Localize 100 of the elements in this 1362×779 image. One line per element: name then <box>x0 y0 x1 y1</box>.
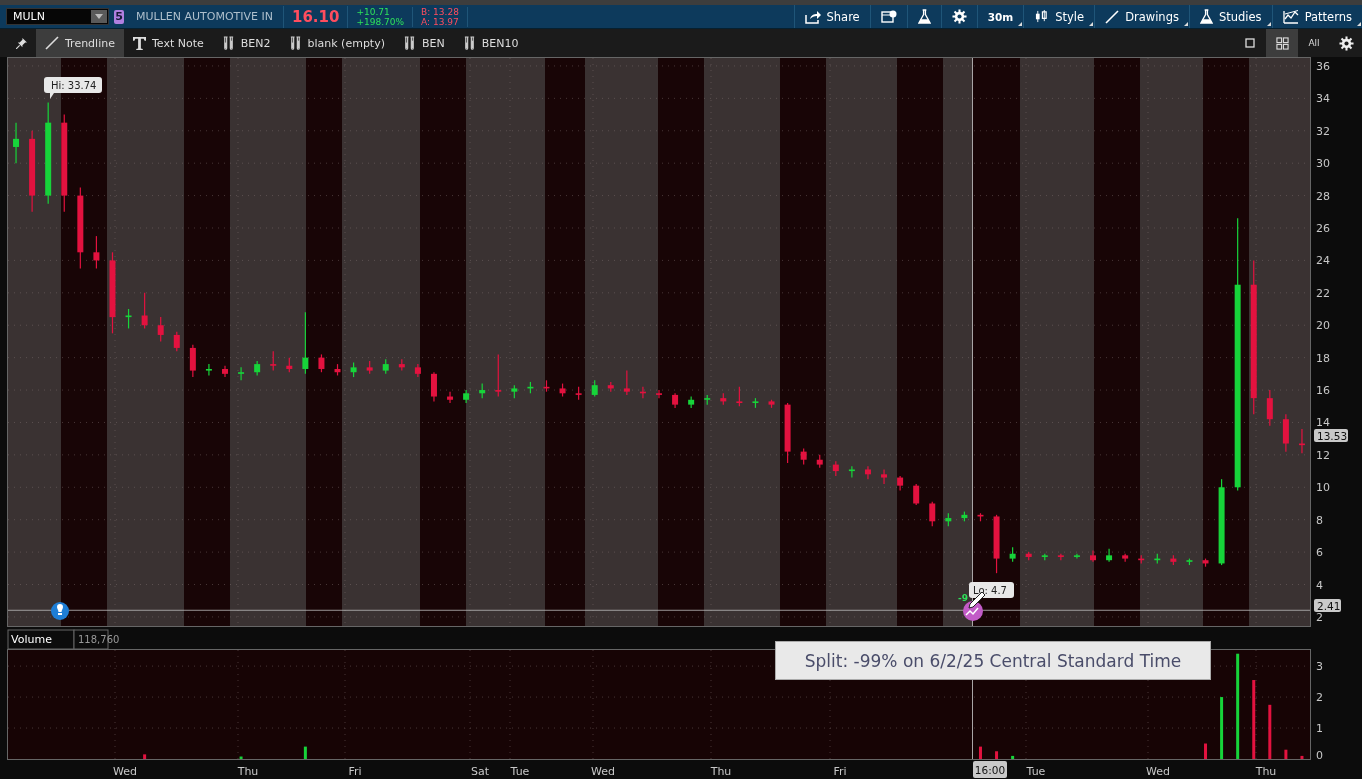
study-set-button[interactable]: blank (empty) <box>279 29 394 57</box>
timeframe-button[interactable]: 30m <box>976 5 1024 28</box>
bid-price: B: 13.28 <box>421 6 459 17</box>
volume-bar <box>1011 755 1015 759</box>
flask-icon <box>1199 9 1213 24</box>
caret-icon <box>95 14 103 19</box>
volume-bar <box>1284 749 1288 759</box>
candlestick <box>913 483 920 506</box>
axis-label: 14 <box>1316 416 1330 430</box>
patterns-button[interactable]: Patterns <box>1271 5 1362 28</box>
axis-label: 28 <box>1316 189 1330 203</box>
axis-label: Wed <box>113 765 137 778</box>
volume-value: 118,760 <box>73 629 120 650</box>
text-note-tool[interactable]: Text Note <box>123 29 213 57</box>
volume-bar <box>143 754 147 759</box>
candlestick <box>864 465 871 480</box>
line-icon <box>45 36 59 50</box>
text-icon <box>132 36 146 50</box>
test-tubes-icon <box>403 35 416 51</box>
candlestick <box>430 371 437 402</box>
split-percent-label: -9 <box>958 593 968 603</box>
settings-icon <box>951 9 967 24</box>
volume-bar <box>1204 743 1207 759</box>
axis-label: 30 <box>1316 157 1330 171</box>
candlestick <box>495 353 502 398</box>
axis-label: Fri <box>833 765 847 778</box>
flask-icon <box>917 9 931 24</box>
ask-price: A: 13.97 <box>421 16 459 27</box>
candlestick <box>157 316 164 343</box>
dropdown-button[interactable] <box>91 10 107 23</box>
axis-label: 26 <box>1316 222 1330 235</box>
style-button[interactable]: Style <box>1023 5 1095 28</box>
study-set-button[interactable]: BEN10 <box>453 29 528 57</box>
candlestick <box>173 331 180 352</box>
percent-change: +198.70% <box>356 16 405 27</box>
study-set-button[interactable]: BEN2 <box>212 29 280 57</box>
price-line-tag: 2.41 <box>1314 599 1341 612</box>
volume-bar <box>1220 697 1224 759</box>
symbol-field[interactable]: MULN <box>6 8 109 25</box>
axis-label: Tue <box>510 765 530 778</box>
share-button[interactable]: Share <box>793 5 870 28</box>
volume-bar <box>1300 755 1304 759</box>
share-icon <box>804 9 821 24</box>
candlestick <box>1073 553 1080 560</box>
axis-label: 32 <box>1316 124 1330 138</box>
axis-label: 3 <box>1316 660 1323 674</box>
trendline-tool[interactable]: Trendline <box>36 29 124 57</box>
net-change: +10.71 <box>356 6 391 17</box>
candlestick <box>270 350 277 372</box>
axis-label: Thu <box>237 765 259 778</box>
study-title: Volume <box>7 629 75 650</box>
candlestick <box>205 363 212 377</box>
single-layout-icon <box>1245 38 1255 48</box>
candlestick <box>1090 549 1096 563</box>
last-price: 16.10 <box>284 5 349 28</box>
axis-label: 18 <box>1316 351 1330 365</box>
axis-label: 34 <box>1316 92 1330 106</box>
drawings-button[interactable]: Drawings <box>1094 5 1189 28</box>
settings-icon <box>1338 35 1354 51</box>
candlestick <box>1266 389 1273 427</box>
axis-label: 24 <box>1316 254 1330 268</box>
candlestick <box>1057 553 1064 561</box>
pin-icon <box>16 37 27 49</box>
axis-label: 36 <box>1316 59 1330 73</box>
link-badge[interactable]: 5 <box>114 9 124 24</box>
volume-bar <box>979 746 982 759</box>
last-price-tag: 13.53 <box>1314 429 1348 442</box>
volume-bar <box>1268 704 1272 759</box>
studies-button[interactable]: Studies <box>1188 5 1272 28</box>
candlestick <box>881 468 888 485</box>
candlestick <box>302 311 309 375</box>
axis-label: 8 <box>1316 513 1323 527</box>
axis-label: 6 <box>1316 546 1323 560</box>
axis-label: 16 <box>1316 384 1330 398</box>
grid-layout-button[interactable] <box>1266 29 1298 57</box>
axis-label: Sat <box>471 765 489 778</box>
study-set-button[interactable]: BEN <box>394 29 454 57</box>
axis-label: Wed <box>1146 765 1170 778</box>
pattern-chart-icon <box>1282 9 1299 24</box>
candlestick <box>238 366 245 381</box>
axis-label: 2 <box>1316 610 1323 624</box>
axis-label: Thu <box>1255 765 1277 778</box>
company-name: MULLEN AUTOMOTIVE IN <box>136 5 284 28</box>
all-button[interactable]: All <box>1298 29 1330 57</box>
axis-label: Thu <box>710 765 732 778</box>
test-tubes-icon <box>462 35 476 51</box>
candlestick <box>13 122 20 164</box>
candlestick-icon <box>1034 10 1050 23</box>
axis-label: 10 <box>1316 481 1330 495</box>
candlestick <box>447 391 454 404</box>
candlestick <box>656 389 662 399</box>
lightbulb-icon <box>51 602 69 620</box>
candlestick <box>929 501 936 527</box>
grid-layout-icon <box>1275 36 1289 50</box>
volume-bar <box>303 746 307 759</box>
axis-label: Wed <box>591 765 615 778</box>
axis-label: 4 <box>1316 578 1323 592</box>
candlestick <box>1106 548 1113 563</box>
axis-label: 0 <box>1316 749 1323 762</box>
calendar-alert-icon <box>880 9 897 24</box>
